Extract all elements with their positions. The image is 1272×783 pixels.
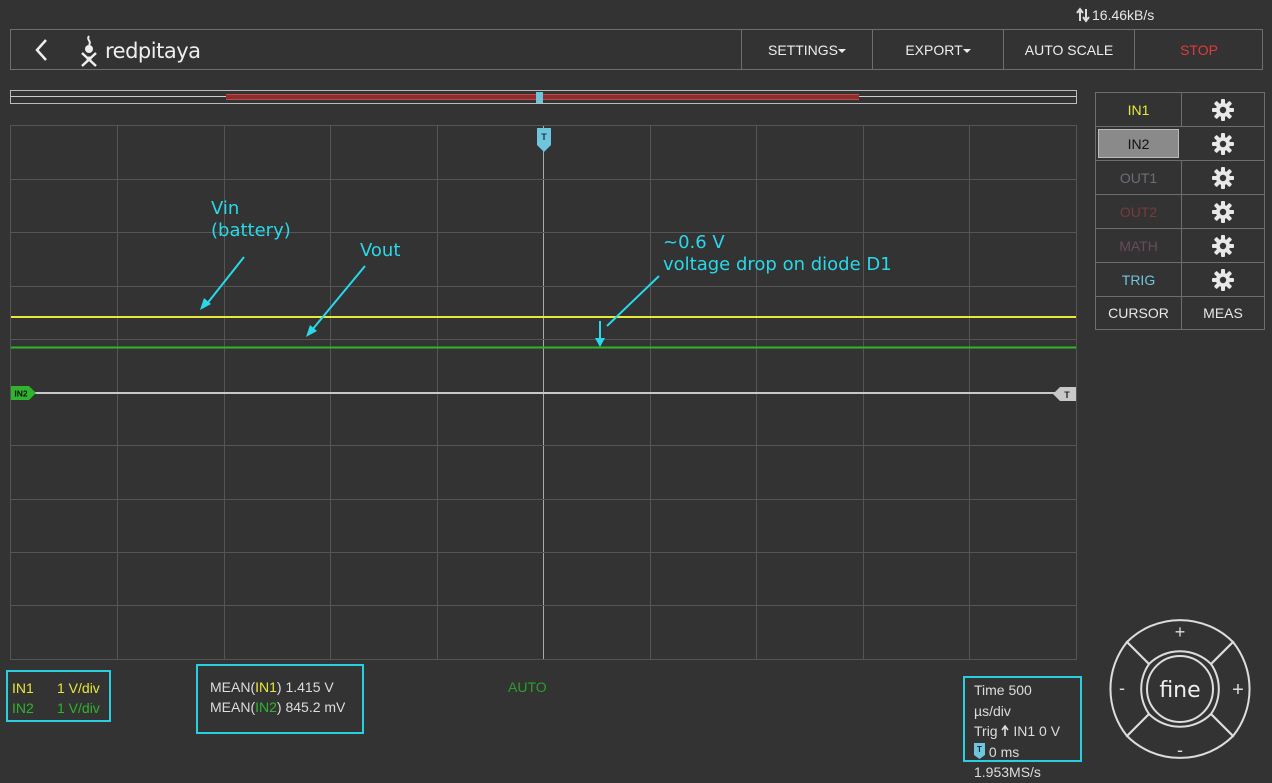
in2-scale-row: IN2 1 V/div bbox=[12, 698, 105, 718]
trigger-marker-icon: T bbox=[974, 742, 985, 759]
wheel-fine-button: fine bbox=[1159, 678, 1200, 703]
mean-in2-value: ) 845.2 mV bbox=[276, 699, 346, 715]
settings-menu-button[interactable]: SETTINGS bbox=[741, 30, 872, 69]
stop-button[interactable]: STOP bbox=[1134, 30, 1263, 69]
in1-scale-value: 1 V/div bbox=[57, 680, 100, 696]
channel-out1-settings[interactable] bbox=[1182, 161, 1264, 194]
channel-out2-button[interactable]: OUT2 bbox=[1096, 195, 1182, 228]
app-header: redpitaya SETTINGS EXPORT AUTO SCALE STO… bbox=[10, 29, 1263, 70]
gear-icon bbox=[1211, 132, 1234, 155]
gear-icon bbox=[1212, 200, 1234, 223]
mean-in2-row[interactable]: MEAN(IN2) 845.2 mV bbox=[210, 697, 350, 717]
in1-scale-row: IN1 1 V/div bbox=[12, 678, 105, 698]
sample-rate-row: 1.953MS/s bbox=[974, 764, 1041, 780]
trigger-offset-value: 0 ms bbox=[988, 743, 1020, 760]
back-arrow-icon[interactable] bbox=[29, 36, 55, 64]
transfer-arrows-icon bbox=[1076, 7, 1090, 23]
mean-in1-prefix: MEAN( bbox=[210, 679, 256, 695]
trigger-level-marker[interactable]: T bbox=[1053, 387, 1076, 401]
data-rate-indicator: 16.46kB/s bbox=[1076, 7, 1154, 23]
data-rate-text: 16.46kB/s bbox=[1092, 7, 1155, 23]
trigger-value: IN1 0 V bbox=[1013, 723, 1061, 739]
mean-in2-channel: IN2 bbox=[255, 699, 277, 715]
fine-control-wheel[interactable]: + + - - fine bbox=[1105, 614, 1255, 764]
trigger-offset-row: T 0 ms bbox=[974, 742, 1071, 763]
trigger-prefix: Trig bbox=[974, 723, 998, 739]
gear-icon bbox=[1212, 166, 1234, 189]
stop-label: STOP bbox=[1180, 41, 1218, 58]
channel-panel: IN1 IN2 OUT1 OUT2 MATH TRIG CURSOR MEAS bbox=[1095, 92, 1265, 330]
caret-down-icon bbox=[962, 48, 971, 53]
gear-icon bbox=[1212, 268, 1234, 291]
channel-row-trig: TRIG bbox=[1095, 262, 1265, 296]
logo-mascot-icon bbox=[81, 35, 97, 67]
diode-drop-annotation: ~0.6 V voltage drop on diode D1 bbox=[663, 232, 892, 276]
wheel-right-plus: + bbox=[1232, 679, 1244, 701]
gear-icon bbox=[1212, 98, 1234, 121]
meas-button[interactable]: MEAS bbox=[1182, 297, 1264, 329]
svg-text:IN2: IN2 bbox=[14, 389, 28, 399]
diode-drop-line1: ~0.6 V bbox=[663, 232, 725, 253]
mean-in2-prefix: MEAN( bbox=[210, 699, 256, 715]
trigger-info-row: Trig IN1 0 V bbox=[974, 721, 1071, 742]
channel-trig-button[interactable]: TRIG bbox=[1096, 263, 1182, 296]
channel-row-math: MATH bbox=[1095, 228, 1265, 262]
vin-annotation: Vin (battery) bbox=[211, 198, 291, 242]
rising-edge-icon bbox=[1001, 724, 1010, 736]
measurement-box: MEAN(IN1) 1.415 V MEAN(IN2) 845.2 mV bbox=[196, 664, 364, 734]
wheel-up-plus: + bbox=[1175, 622, 1186, 642]
channel-trig-settings[interactable] bbox=[1182, 263, 1264, 296]
settings-label: SETTINGS bbox=[767, 41, 838, 58]
svg-text:T: T bbox=[977, 745, 982, 754]
vin-annotation-line2: (battery) bbox=[211, 220, 291, 241]
auto-scale-button[interactable]: AUTO SCALE bbox=[1003, 30, 1134, 69]
wheel-down-minus: - bbox=[1177, 740, 1183, 760]
in1-scale-label: IN1 bbox=[12, 680, 34, 696]
timebase-row: Time 500 µs/div bbox=[974, 682, 1032, 719]
annotation-arrows bbox=[200, 256, 660, 347]
in2-scale-value: 1 V/div bbox=[57, 700, 100, 716]
tools-row: CURSOR MEAS bbox=[1095, 296, 1265, 330]
caret-down-icon bbox=[838, 48, 846, 53]
auto-scale-label: AUTO SCALE bbox=[1024, 41, 1114, 58]
logo-text: redpitaya bbox=[105, 39, 201, 63]
cursor-button[interactable]: CURSOR bbox=[1096, 297, 1182, 329]
channel-scale-box: IN1 1 V/div IN2 1 V/div bbox=[6, 670, 111, 722]
channel-in1-button[interactable]: IN1 bbox=[1096, 93, 1182, 126]
redpitaya-logo[interactable]: redpitaya bbox=[77, 34, 201, 68]
channel-row-in2: IN2 bbox=[1095, 126, 1265, 160]
mean-in1-value: ) 1.415 V bbox=[276, 679, 334, 695]
gear-icon bbox=[1212, 234, 1234, 257]
export-menu-button[interactable]: EXPORT bbox=[872, 30, 1003, 69]
acquisition-mode-status: AUTO bbox=[508, 679, 547, 695]
wheel-left-minus: - bbox=[1119, 678, 1125, 698]
channel-math-settings[interactable] bbox=[1182, 229, 1264, 262]
diode-drop-line2: voltage drop on diode D1 bbox=[663, 254, 892, 275]
channel-in2-button[interactable]: IN2 bbox=[1098, 129, 1179, 158]
buffer-position-bar[interactable] bbox=[10, 90, 1077, 104]
svg-text:T: T bbox=[541, 132, 547, 142]
oscilloscope-plot[interactable]: T IN2 T Vin (battery) Vout ~0.6 V voltag… bbox=[10, 125, 1077, 660]
svg-text:T: T bbox=[1064, 390, 1070, 400]
channel-in1-settings[interactable] bbox=[1182, 93, 1264, 126]
mean-in1-channel: IN1 bbox=[255, 679, 277, 695]
buffer-trigger-marker[interactable] bbox=[536, 92, 543, 103]
channel-in2-settings[interactable] bbox=[1181, 127, 1264, 160]
vin-annotation-line1: Vin bbox=[211, 198, 240, 219]
channel-row-out1: OUT1 bbox=[1095, 160, 1265, 194]
trigger-position-marker[interactable]: T bbox=[537, 128, 551, 152]
vout-annotation: Vout bbox=[360, 240, 401, 261]
export-label: EXPORT bbox=[905, 41, 963, 58]
in2-offset-marker[interactable]: IN2 bbox=[11, 386, 36, 400]
channel-row-out2: OUT2 bbox=[1095, 194, 1265, 228]
channel-out2-settings[interactable] bbox=[1182, 195, 1264, 228]
timebase-box: Time 500 µs/div Trig IN1 0 V T 0 ms 1.95… bbox=[963, 676, 1082, 780]
channel-math-button[interactable]: MATH bbox=[1096, 229, 1182, 262]
in2-scale-label: IN2 bbox=[12, 700, 34, 716]
channel-row-in1: IN1 bbox=[1095, 92, 1265, 126]
channel-out1-button[interactable]: OUT1 bbox=[1096, 161, 1182, 194]
mean-in1-row[interactable]: MEAN(IN1) 1.415 V bbox=[210, 677, 350, 697]
